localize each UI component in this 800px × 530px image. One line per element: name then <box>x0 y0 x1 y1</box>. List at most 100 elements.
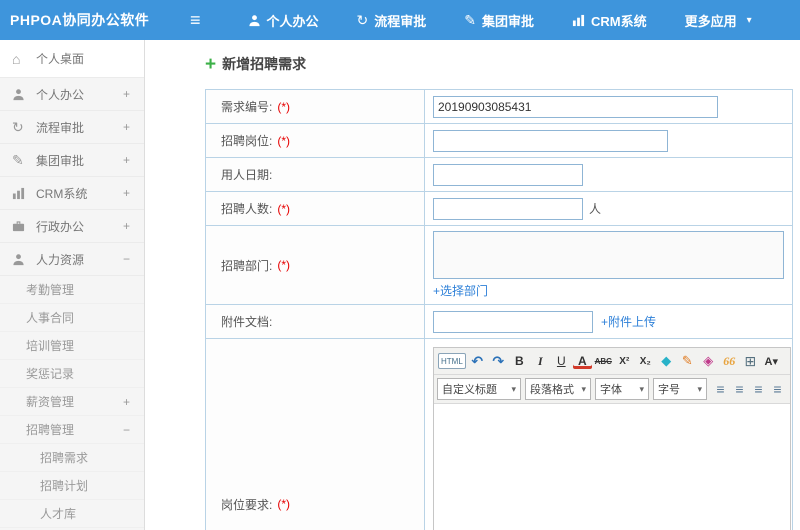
heading-select[interactable]: 自定义标题 ▾ <box>437 378 521 400</box>
form-row-requirements: 岗位要求: (*) HTML ↶ ↷ B I U A ABC X² X₂ ◆ ✎… <box>206 339 792 530</box>
undo-button[interactable]: ↶ <box>468 351 487 371</box>
sidebar-item-label: 薪资管理 <box>26 395 75 409</box>
hire-date-input[interactable] <box>433 163 583 186</box>
required-mark: (*) <box>277 201 291 216</box>
sidebar-item-administrative-office[interactable]: 行政办公 + <box>0 210 144 243</box>
paragraph-select-value: 段落格式 <box>530 384 574 396</box>
sidebar-item-attendance-management[interactable]: 考勤管理 <box>0 276 144 304</box>
sidebar-item-group-approval[interactable]: ✎ 集团审批 + <box>0 144 144 177</box>
sidebar-item-recruitment-plan[interactable]: 招聘计划 <box>0 472 144 500</box>
remove-format-button[interactable]: ◆ <box>657 351 676 371</box>
align-right-button[interactable]: ≡ <box>749 379 768 399</box>
html-source-button[interactable]: HTML <box>438 353 466 369</box>
sidebar-item-recruitment-demand[interactable]: 招聘需求 <box>0 444 144 472</box>
sidebar-item-human-resources[interactable]: 人力资源 − <box>0 243 144 276</box>
select-department-link[interactable]: +选择部门 <box>433 282 488 299</box>
home-icon: ⌂ <box>12 50 21 67</box>
redo-button[interactable]: ↷ <box>489 351 508 371</box>
highlight-color-button[interactable]: ◈ <box>699 351 718 371</box>
sidebar-item-personal-desktop[interactable]: ⌂ 个人桌面 <box>0 40 144 78</box>
sidebar-item-label: 人力资源 <box>36 252 85 267</box>
heading-select-value: 自定义标题 <box>442 384 497 396</box>
position-input[interactable] <box>433 129 668 152</box>
form-row-demand-no: 需求编号: (*) <box>206 90 792 124</box>
bold-button[interactable]: B <box>510 351 529 371</box>
align-justify-button[interactable]: ≡ <box>768 379 787 399</box>
blockquote-button[interactable]: 66 <box>720 351 739 371</box>
font-style-dropdown-button[interactable]: A▾ <box>762 351 781 371</box>
sidebar-item-label: 考勤管理 <box>26 283 75 297</box>
subscript-button[interactable]: X₂ <box>636 351 655 371</box>
sidebar-item-label: 个人桌面 <box>36 52 85 66</box>
format-brush-button[interactable]: ✎ <box>678 351 697 371</box>
page-layout: ⌂ 个人桌面 个人办公 + ↻ 流程审批 + ✎ 集团审批 + CRM系统 + <box>0 40 800 530</box>
briefcase-icon <box>12 220 28 233</box>
sidebar-item-label: 招聘计划 <box>40 479 89 493</box>
collapse-toggle: − <box>122 422 130 437</box>
insert-table-button[interactable]: ⊞ <box>741 351 760 371</box>
sidebar-item-label: 培训管理 <box>26 339 75 353</box>
required-mark: (*) <box>277 258 291 272</box>
sidebar-item-personnel-contracts[interactable]: 人事合同 <box>0 304 144 332</box>
sidebar-item-recruitment-management[interactable]: 招聘管理 − <box>0 416 144 444</box>
attachment-upload-link[interactable]: +附件上传 <box>601 313 656 330</box>
field-label: 招聘岗位: <box>221 134 273 148</box>
underline-button[interactable]: U <box>552 351 571 371</box>
headcount-input[interactable] <box>433 197 583 220</box>
chevron-down-icon: ▾ <box>639 383 644 394</box>
paragraph-format-select[interactable]: 段落格式 ▾ <box>525 378 591 400</box>
align-left-button[interactable]: ≡ <box>711 379 730 399</box>
page-title-text: 新增招聘需求 <box>222 56 307 72</box>
nav-label: 更多应用 <box>684 13 737 29</box>
field-value-cell: HTML ↶ ↷ B I U A ABC X² X₂ ◆ ✎ ◈ 66 ⊞ A▾… <box>425 339 799 530</box>
field-label: 用人日期: <box>221 168 273 182</box>
superscript-button[interactable]: X² <box>615 351 634 371</box>
field-label: 附件文档: <box>221 315 273 329</box>
user-icon <box>12 253 28 266</box>
font-family-select[interactable]: 字体 ▾ <box>595 378 649 400</box>
editor-content-area[interactable] <box>434 404 790 530</box>
sidebar-item-label: 奖惩记录 <box>26 367 75 381</box>
nav-personal-office[interactable]: 个人办公 <box>229 0 338 40</box>
field-value-cell: 人 <box>425 192 792 225</box>
expand-toggle: + <box>122 186 130 200</box>
edit-icon: ✎ <box>12 151 24 168</box>
field-value-cell: +附件上传 <box>425 305 792 338</box>
topbar: PHPOA协同办公软件 ≡ 个人办公 ↻ 流程审批 ✎ 集团审批 CRM系统 更… <box>0 0 800 40</box>
menu-toggle-icon[interactable]: ≡ <box>190 11 201 29</box>
sidebar-item-label: 招聘需求 <box>40 451 89 465</box>
page-title: + 新增招聘需求 <box>205 54 800 74</box>
attachment-input[interactable] <box>433 310 593 333</box>
department-textarea[interactable] <box>433 231 784 279</box>
strikethrough-button[interactable]: ABC <box>594 351 613 371</box>
font-size-select[interactable]: 字号 ▾ <box>653 378 707 400</box>
nav-workflow-approval[interactable]: ↻ 流程审批 <box>338 0 446 40</box>
sidebar-item-personal-office[interactable]: 个人办公 + <box>0 78 144 111</box>
recruitment-demand-form: 需求编号: (*) 招聘岗位: (*) 用人日期: <box>205 89 793 530</box>
font-size-select-value: 字号 <box>658 384 680 396</box>
align-center-button[interactable]: ≡ <box>730 379 749 399</box>
demand-no-input[interactable] <box>433 95 718 118</box>
sidebar-item-training-management[interactable]: 培训管理 <box>0 332 144 360</box>
italic-button[interactable]: I <box>531 351 550 371</box>
bar-chart-icon <box>572 14 585 27</box>
sidebar-item-talent-pool[interactable]: 人才库 <box>0 500 144 528</box>
sidebar-item-crm-system[interactable]: CRM系统 + <box>0 177 144 210</box>
sidebar-item-workflow-approval[interactable]: ↻ 流程审批 + <box>0 111 144 144</box>
nav-more-apps[interactable]: 更多应用 ▾ <box>666 0 771 40</box>
sidebar-item-label: 流程审批 <box>36 120 85 135</box>
nav-group-approval[interactable]: ✎ 集团审批 <box>445 0 553 40</box>
form-row-department: 招聘部门: (*) +选择部门 <box>206 226 792 305</box>
sidebar-item-rewards-punishments[interactable]: 奖惩记录 <box>0 360 144 388</box>
bar-chart-icon <box>12 187 28 200</box>
field-label: 岗位要求: <box>221 497 273 512</box>
sidebar-item-salary-management[interactable]: 薪资管理 + <box>0 388 144 416</box>
field-label: 招聘人数: <box>221 202 273 216</box>
font-color-button[interactable]: A <box>573 353 592 369</box>
nav-crm-system[interactable]: CRM系统 <box>553 0 666 40</box>
nav-label: CRM系统 <box>591 13 647 29</box>
required-mark: (*) <box>277 133 291 148</box>
field-label: 需求编号: <box>221 100 273 114</box>
field-value-cell <box>425 158 792 191</box>
expand-toggle: + <box>122 87 130 101</box>
